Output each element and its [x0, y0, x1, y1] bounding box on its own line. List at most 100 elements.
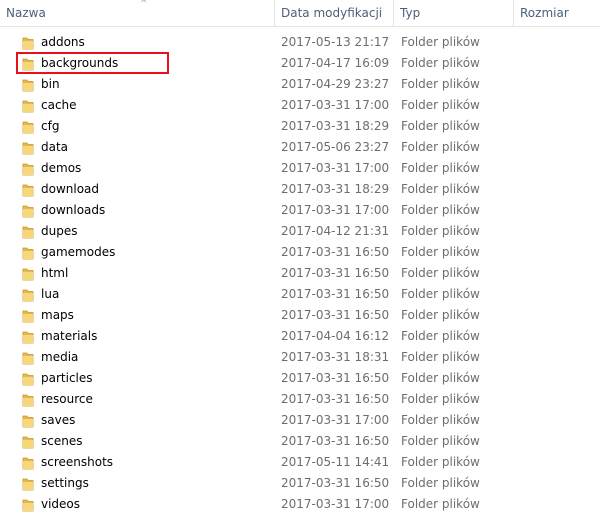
file-name: addons — [41, 35, 85, 49]
file-type: Folder plików — [401, 182, 480, 196]
file-type: Folder plików — [401, 56, 480, 70]
file-row[interactable]: maps 2017-03-31 16:50 Folder plików — [0, 305, 600, 326]
file-type: Folder plików — [401, 245, 480, 259]
file-row[interactable]: dupes 2017-04-12 21:31 Folder plików — [0, 221, 600, 242]
file-type: Folder plików — [401, 161, 480, 175]
modified-date: 2017-03-31 16:50 — [281, 392, 390, 406]
file-name: scenes — [41, 434, 83, 448]
file-row[interactable]: videos 2017-03-31 17:00 Folder plików — [0, 494, 600, 515]
folder-icon — [22, 120, 34, 134]
file-type: Folder plików — [401, 329, 480, 343]
file-row[interactable]: data 2017-05-06 23:27 Folder plików — [0, 137, 600, 158]
folder-icon — [22, 204, 34, 218]
file-name: backgrounds — [41, 56, 119, 70]
file-row[interactable]: saves 2017-03-31 17:00 Folder plików — [0, 410, 600, 431]
file-type: Folder plików — [401, 287, 480, 301]
modified-date: 2017-04-17 16:09 — [281, 56, 390, 70]
file-name: videos — [41, 497, 81, 511]
modified-date: 2017-05-11 14:41 — [281, 455, 390, 469]
file-name: lua — [41, 287, 60, 301]
folder-icon — [22, 435, 34, 449]
file-row[interactable]: scenes 2017-03-31 16:50 Folder plików — [0, 431, 600, 452]
folder-icon — [22, 267, 34, 281]
file-row[interactable]: download 2017-03-31 18:29 Folder plików — [0, 179, 600, 200]
file-row[interactable]: downloads 2017-03-31 17:00 Folder plików — [0, 200, 600, 221]
modified-date: 2017-04-12 21:31 — [281, 224, 390, 238]
file-row[interactable]: media 2017-03-31 18:31 Folder plików — [0, 347, 600, 368]
modified-date: 2017-04-04 16:12 — [281, 329, 390, 343]
file-name: resource — [41, 392, 93, 406]
file-row[interactable]: materials 2017-04-04 16:12 Folder plików — [0, 326, 600, 347]
file-name: settings — [41, 476, 89, 490]
file-name: materials — [41, 329, 98, 343]
file-name: data — [41, 140, 69, 154]
modified-date: 2017-03-31 16:50 — [281, 371, 390, 385]
file-name: demos — [41, 161, 82, 175]
folder-icon — [22, 309, 34, 323]
file-type: Folder plików — [401, 140, 480, 154]
folder-icon — [22, 36, 34, 50]
folder-icon — [22, 99, 34, 113]
file-type: Folder plików — [401, 308, 480, 322]
folder-icon — [22, 183, 34, 197]
file-name: screenshots — [41, 455, 114, 469]
file-name: media — [41, 350, 79, 364]
folder-icon — [22, 351, 34, 365]
folder-icon — [22, 288, 34, 302]
modified-date: 2017-03-31 17:00 — [281, 413, 390, 427]
file-type: Folder plików — [401, 224, 480, 238]
folder-icon — [22, 372, 34, 386]
modified-date: 2017-05-13 21:17 — [281, 35, 390, 49]
file-name: html — [41, 266, 69, 280]
column-header-bar: ^ Nazwa Data modyfikacji Typ Rozmiar — [0, 0, 600, 27]
modified-date: 2017-03-31 16:50 — [281, 476, 390, 490]
file-row[interactable]: cfg 2017-03-31 18:29 Folder plików — [0, 116, 600, 137]
file-row[interactable]: screenshots 2017-05-11 14:41 Folder plików — [0, 452, 600, 473]
column-header-size[interactable]: Rozmiar — [514, 0, 600, 26]
file-type: Folder plików — [401, 350, 480, 364]
modified-date: 2017-03-31 17:00 — [281, 203, 390, 217]
file-name: downloads — [41, 203, 106, 217]
modified-date: 2017-04-29 23:27 — [281, 77, 390, 91]
file-type: Folder plików — [401, 35, 480, 49]
folder-icon — [22, 393, 34, 407]
modified-date: 2017-03-31 17:00 — [281, 497, 390, 511]
file-type: Folder plików — [401, 413, 480, 427]
file-type: Folder plików — [401, 98, 480, 112]
file-type: Folder plików — [401, 392, 480, 406]
file-row[interactable]: addons 2017-05-13 21:17 Folder plików — [0, 32, 600, 53]
modified-date: 2017-03-31 17:00 — [281, 98, 390, 112]
modified-date: 2017-03-31 16:50 — [281, 308, 390, 322]
file-row[interactable]: resource 2017-03-31 16:50 Folder plików — [0, 389, 600, 410]
modified-date: 2017-03-31 16:50 — [281, 266, 390, 280]
file-row[interactable]: lua 2017-03-31 16:50 Folder plików — [0, 284, 600, 305]
file-type: Folder plików — [401, 455, 480, 469]
file-name: saves — [41, 413, 76, 427]
file-row[interactable]: bin 2017-04-29 23:27 Folder plików — [0, 74, 600, 95]
file-name: cfg — [41, 119, 60, 133]
file-type: Folder plików — [401, 203, 480, 217]
file-row[interactable]: gamemodes 2017-03-31 16:50 Folder plików — [0, 242, 600, 263]
folder-icon — [22, 225, 34, 239]
file-name: bin — [41, 77, 60, 91]
file-name: download — [41, 182, 100, 196]
folder-icon — [22, 456, 34, 470]
file-row[interactable]: backgrounds 2017-04-17 16:09 Folder plików — [0, 53, 600, 74]
modified-date: 2017-03-31 16:50 — [281, 245, 390, 259]
column-header-name[interactable]: Nazwa — [0, 0, 274, 26]
file-row[interactable]: particles 2017-03-31 16:50 Folder plików — [0, 368, 600, 389]
folder-icon — [22, 57, 34, 71]
file-type: Folder plików — [401, 119, 480, 133]
file-type: Folder plików — [401, 371, 480, 385]
modified-date: 2017-03-31 18:29 — [281, 182, 390, 196]
column-header-type[interactable]: Typ — [394, 0, 513, 26]
modified-date: 2017-05-06 23:27 — [281, 140, 390, 154]
folder-icon — [22, 498, 34, 512]
modified-date: 2017-03-31 18:29 — [281, 119, 390, 133]
file-row[interactable]: demos 2017-03-31 17:00 Folder plików — [0, 158, 600, 179]
file-row[interactable]: cache 2017-03-31 17:00 Folder plików — [0, 95, 600, 116]
file-row[interactable]: html 2017-03-31 16:50 Folder plików — [0, 263, 600, 284]
file-name: dupes — [41, 224, 78, 238]
column-header-date[interactable]: Data modyfikacji — [275, 0, 393, 26]
file-row[interactable]: settings 2017-03-31 16:50 Folder plików — [0, 473, 600, 494]
